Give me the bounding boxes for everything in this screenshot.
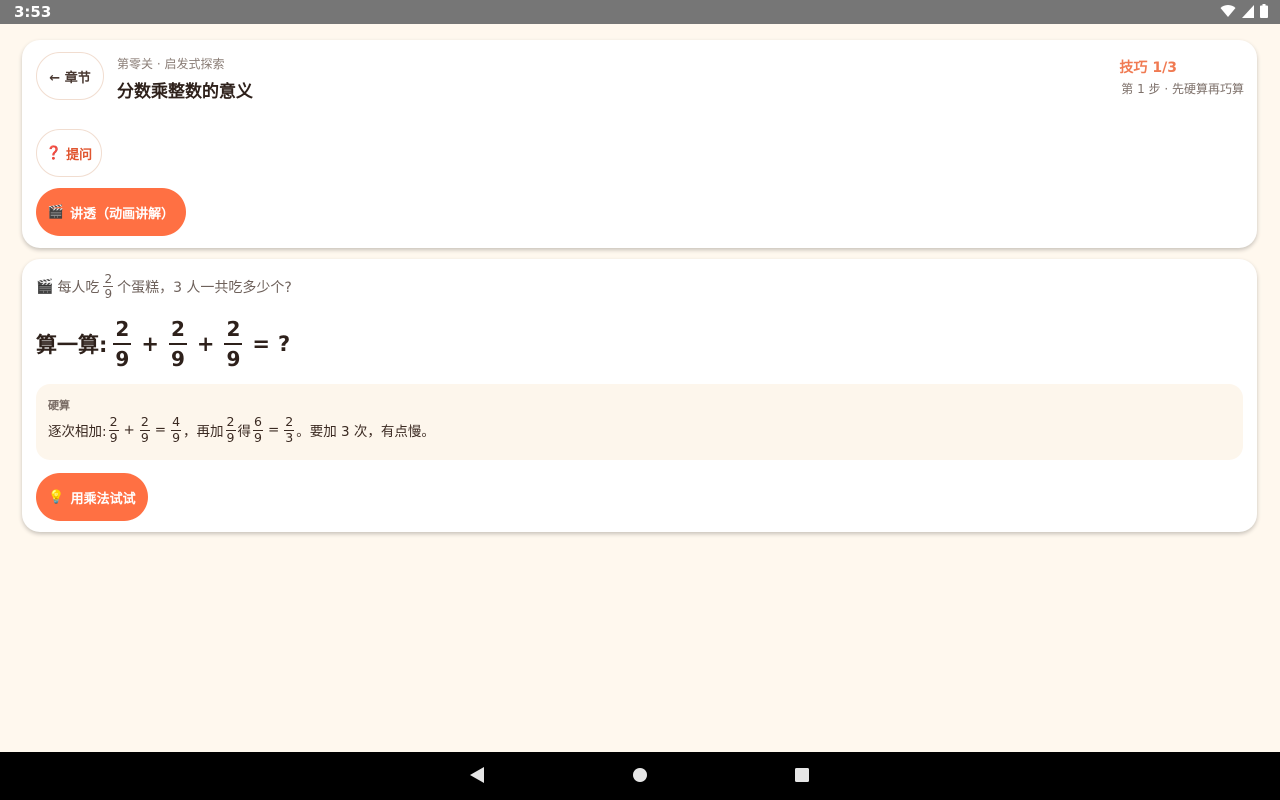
- hint-fraction: 2 9: [139, 414, 150, 445]
- hint-text: 逐次相加: 2 9 + 2 9 = 4 9 ，再加 2 9 得 6 9 = 2 …: [48, 414, 435, 445]
- hint-fraction: 2 9: [108, 414, 119, 445]
- fraction-numerator: 4: [171, 414, 182, 431]
- nav-back-icon[interactable]: [469, 766, 485, 784]
- hint-text-again: ，再加: [183, 424, 224, 440]
- clapperboard-icon: 🎬: [47, 204, 65, 220]
- fraction-denominator: 9: [109, 429, 118, 445]
- fraction-numerator: 2: [139, 414, 150, 431]
- fraction-numerator: 6: [253, 414, 263, 431]
- fraction-denominator: 9: [226, 429, 235, 445]
- signal-icon: [1242, 4, 1254, 18]
- wifi-icon: [1220, 5, 1236, 18]
- back-to-chapters-button[interactable]: ← 章节: [36, 52, 104, 100]
- equals-sign: =: [252, 332, 270, 356]
- question-mark-icon: ❓: [45, 145, 63, 161]
- hint-fraction: 2 3: [284, 414, 295, 445]
- equation-term: 2 9: [168, 319, 187, 371]
- hint-text-get: 得: [237, 424, 252, 440]
- hint-title: 硬算: [48, 399, 70, 412]
- fraction-denominator: 9: [254, 429, 262, 445]
- equation-term: 2 9: [224, 319, 243, 371]
- nav-recents-icon[interactable]: [794, 766, 810, 784]
- fraction-denominator: 9: [170, 347, 185, 371]
- back-button-label: ← 章节: [49, 70, 91, 86]
- hint-tail: 。要加 3 次，有点慢。: [296, 424, 435, 440]
- calculation-equation: 算一算: 2 9 + 2 9 + 2 9 = ?: [36, 319, 294, 369]
- explain-button-label: 讲透（动画讲解）: [70, 206, 175, 222]
- fraction-numerator: 2: [168, 319, 187, 345]
- fraction-denominator: 9: [172, 429, 181, 445]
- lightbulb-icon: 💡: [48, 489, 65, 505]
- hint-box: 硬算 逐次相加: 2 9 + 2 9 = 4 9 ，再加 2 9 得 6 9 =…: [36, 384, 1243, 460]
- fraction-numerator: 2: [224, 319, 243, 345]
- plus-sign: +: [123, 422, 135, 438]
- fraction-numerator: 2: [103, 272, 114, 287]
- clapperboard-icon: 🎬: [36, 278, 54, 295]
- fraction-numerator: 2: [284, 414, 295, 431]
- status-bar: 3:53: [0, 0, 1280, 24]
- fraction-numerator: 2: [225, 414, 236, 431]
- lesson-header-card: ← 章节 第零关 · 启发式探索 分数乘整数的意义 技巧 1/3 第 1 步 ·…: [22, 40, 1257, 248]
- problem-statement: 🎬 每人吃 2 9 个蛋糕，3 人一共吃多少个?: [36, 273, 292, 300]
- equals-sign: =: [154, 422, 167, 438]
- ask-question-button[interactable]: ❓ 提问: [36, 129, 102, 177]
- status-icons: [1220, 4, 1268, 18]
- ask-button-label: 提问: [66, 147, 93, 163]
- fraction-denominator: 9: [115, 347, 130, 371]
- problem-text-before: 每人吃: [57, 279, 100, 296]
- tip-step-label: 第 1 步 · 先硬算再巧算: [1121, 82, 1244, 96]
- nav-home-icon[interactable]: [632, 766, 648, 784]
- hint-fraction: 4 9: [171, 414, 182, 445]
- hint-prefix: 逐次相加:: [48, 424, 107, 440]
- tip-counter: 技巧 1/3: [1119, 60, 1177, 76]
- hint-fraction: 2 9: [225, 414, 236, 445]
- unknown-answer: ?: [278, 332, 291, 356]
- battery-icon: [1260, 4, 1268, 18]
- page-title: 分数乘整数的意义: [117, 82, 253, 102]
- fraction-numerator: 2: [113, 319, 132, 345]
- plus-sign: +: [196, 332, 215, 356]
- problem-fraction: 2 9: [103, 272, 114, 301]
- fraction-denominator: 9: [226, 347, 241, 371]
- breadcrumb: 第零关 · 启发式探索: [117, 57, 225, 71]
- problem-text-after: 个蛋糕，3 人一共吃多少个?: [117, 279, 292, 296]
- equation-term: 2 9: [113, 319, 132, 371]
- status-time: 3:53: [14, 3, 52, 21]
- equals-sign: =: [267, 422, 280, 438]
- problem-card: 🎬 每人吃 2 9 个蛋糕，3 人一共吃多少个? 算一算: 2 9 + 2 9 …: [22, 259, 1257, 532]
- equation-label: 算一算:: [36, 333, 108, 357]
- fraction-numerator: 2: [108, 414, 119, 431]
- fraction-denominator: 9: [104, 287, 113, 301]
- animated-explanation-button[interactable]: 🎬 讲透（动画讲解）: [36, 188, 186, 236]
- navigation-bar: [0, 752, 1280, 800]
- fraction-denominator: 9: [140, 429, 149, 445]
- try-button-label: 用乘法试试: [70, 491, 136, 507]
- hint-fraction: 6 9: [253, 414, 263, 445]
- try-multiplication-button[interactable]: 💡 用乘法试试: [36, 473, 148, 521]
- plus-sign: +: [141, 332, 159, 356]
- fraction-denominator: 3: [285, 429, 294, 445]
